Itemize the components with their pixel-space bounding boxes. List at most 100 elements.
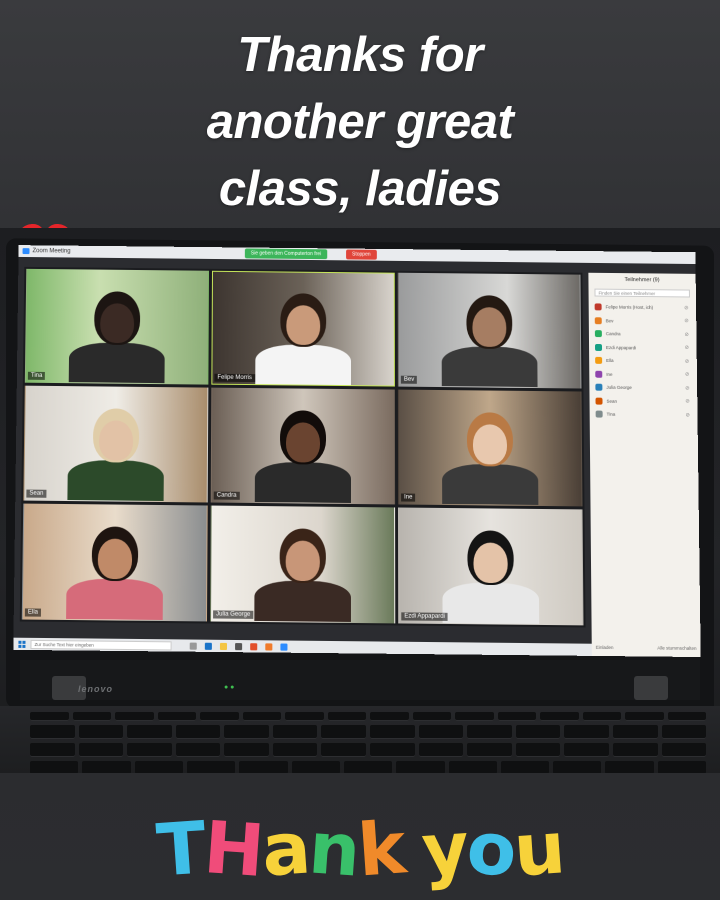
participant-video [248,402,358,503]
laptop-hinge-right [634,676,668,700]
participant-avatar [594,317,602,324]
participant-face [98,420,134,461]
participant-row[interactable]: Bev ⊘ [589,314,697,328]
zoom-window: Zoom Meeting Sie geben den Computerton f… [13,245,701,658]
tile-name-label: Felipe Morris [214,373,255,383]
edge-icon[interactable] [204,642,212,650]
mute-all-button[interactable]: Alle stummschalten [657,645,696,650]
participant-name: Felipe Morris (Host, ich) [605,304,654,311]
video-tile[interactable]: Felipe Morris [211,270,395,387]
participant-face [473,542,508,584]
participant-avatar [594,303,602,311]
participant-video [435,287,545,388]
participant-avatar [595,383,603,391]
keyboard-key [30,712,69,721]
participant-face [285,540,320,582]
participant-row[interactable]: Ella ⊘ [589,354,697,369]
keyboard-key [500,761,550,773]
keyboard-key [625,712,664,721]
participant-name: Candra [605,331,621,337]
keyboard-key [321,743,367,757]
stop-share-button[interactable]: Stoppen [346,249,377,260]
taskbar-search-input[interactable]: Zur Suche Text hier eingeben [30,639,172,650]
participant-name: Ezdi Appapardi [605,344,637,351]
muted-mic-icon[interactable]: ⊘ [685,399,697,405]
keyboard-key [612,743,658,757]
participant-name: Sean [606,398,618,404]
participant-name: Ine [606,371,613,377]
keyboard-key [127,743,172,757]
caption-line-3-text: class, ladies [218,162,502,216]
keyboard-key [72,712,111,721]
task-view-icon[interactable] [189,642,197,650]
participant-search-input[interactable]: Finden Sie einen Teilnehmer [594,288,690,298]
keyboard-key [396,761,445,773]
keyboard-key [134,761,183,773]
participants-panel: Teilnehmer (9) Finden Sie einen Teilnehm… [588,272,701,658]
video-tile[interactable]: Ine [397,389,583,507]
muted-mic-icon[interactable]: ⊘ [685,372,697,378]
firefox-icon[interactable] [265,642,273,651]
participant-row[interactable]: Ezdi Appapardi ⊘ [589,340,697,355]
muted-mic-icon[interactable]: ⊘ [684,305,696,311]
keyboard-key [239,761,288,773]
muted-mic-icon[interactable]: ⊘ [685,345,697,351]
taskbar-app-icons [189,642,288,651]
participant-name: Bev [605,318,614,324]
participant-row[interactable]: Candra ⊘ [589,327,697,341]
windows-start-icon[interactable] [18,640,26,648]
participant-body [66,578,164,620]
keyboard-key [78,725,124,739]
keyboard-key [242,712,281,721]
muted-mic-icon[interactable]: ⊘ [685,359,697,365]
participant-row[interactable]: Julia George ⊘ [589,381,697,396]
keyboard-row [30,712,706,721]
invite-button[interactable]: Einladen [596,645,614,650]
file-explorer-icon[interactable] [219,642,228,650]
participant-face [100,303,135,344]
video-tile[interactable]: Julia George [210,505,396,624]
muted-mic-icon[interactable]: ⊘ [684,318,696,324]
keyboard-key [30,743,75,757]
participant-video [435,404,546,505]
keyboard-key [370,743,415,757]
participant-avatar [594,330,602,338]
store-icon[interactable] [235,642,243,650]
keyboard-key [30,761,79,773]
sticker-letter: n [305,805,361,893]
video-tile[interactable]: Candra [210,387,396,505]
video-tile[interactable]: Sean [23,385,209,503]
keyboard-key [115,712,154,721]
tile-name-label: Bev [400,375,418,384]
keyboard-key [667,712,706,721]
video-tile[interactable]: Bev [397,272,582,389]
keyboard-key [175,725,221,739]
participant-video [248,285,358,386]
zoom-taskbar-icon[interactable] [280,643,288,651]
participant-body [254,461,351,503]
participant-row[interactable]: Tina ⊘ [590,408,698,423]
keyboard-key [78,743,124,757]
participant-name: Tina [606,411,616,417]
office-icon[interactable] [250,642,258,650]
muted-mic-icon[interactable]: ⊘ [685,412,697,418]
video-tile[interactable]: Ezdi Appapardi [398,507,584,626]
participant-row[interactable]: Ine ⊘ [589,367,697,382]
participant-avatar [595,357,603,365]
participant-row[interactable]: Felipe Morris (Host, ich) ⊘ [589,300,697,314]
video-gallery: Tina Felipe Morris Bev Sean Candra Ine Ella Jul… [19,266,586,628]
video-tile[interactable]: Ella [21,503,208,622]
participant-video [247,520,358,622]
muted-mic-icon[interactable]: ⊘ [684,332,696,338]
participant-row[interactable]: Sean ⊘ [589,394,697,409]
tile-name-label: Tina [27,371,46,380]
tile-name-label: Candra [213,491,240,500]
keyboard-row [30,743,707,757]
muted-mic-icon[interactable]: ⊘ [685,385,697,391]
keyboard-key [564,725,609,739]
participant-avatar [594,343,603,351]
participant-face [285,422,321,463]
keyboard-key [448,761,497,773]
video-tile[interactable]: Tina [24,268,210,385]
keyboard-key [497,712,536,721]
